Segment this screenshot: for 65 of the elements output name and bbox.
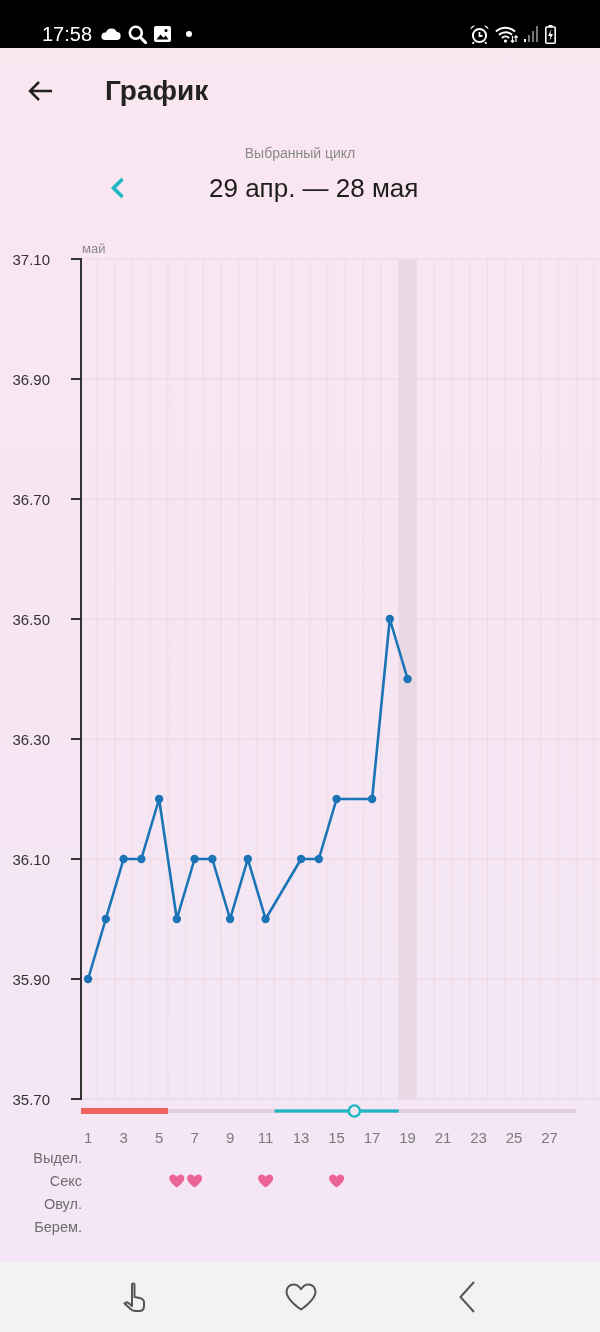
y-axis-label: 36.90 xyxy=(12,370,50,388)
alarm-clock-icon xyxy=(470,24,489,44)
x-axis-label: 1 xyxy=(83,1128,93,1146)
cloud-icon xyxy=(100,28,122,40)
y-axis-label: 35.90 xyxy=(12,970,50,988)
y-axis-label: 36.10 xyxy=(12,850,50,868)
battery-icon xyxy=(545,24,556,44)
heart-icon xyxy=(169,1174,185,1188)
x-axis-label: 15 xyxy=(328,1128,345,1146)
row-label: Выдел. xyxy=(33,1150,82,1166)
x-axis-label: 13 xyxy=(292,1128,310,1146)
x-axis-label: 11 xyxy=(257,1128,274,1146)
heart-icon xyxy=(329,1174,345,1188)
x-axis-label: 27 xyxy=(541,1128,558,1146)
wifi-icon xyxy=(495,25,518,43)
back-arrow-icon[interactable] xyxy=(27,80,53,102)
data-point xyxy=(208,854,217,864)
data-point xyxy=(314,854,324,864)
row-label: Овул. xyxy=(43,1196,82,1212)
search-icon xyxy=(128,24,148,44)
data-point xyxy=(101,914,111,924)
x-axis-label: 17 xyxy=(363,1128,381,1146)
data-point xyxy=(403,674,412,684)
data-point xyxy=(190,854,199,864)
row-label: Берем. xyxy=(34,1219,82,1235)
data-point xyxy=(261,914,270,924)
data-point xyxy=(385,614,395,624)
x-axis-label: 9 xyxy=(225,1128,235,1146)
data-point xyxy=(83,974,93,984)
data-point xyxy=(296,854,306,864)
heart-icon xyxy=(187,1174,203,1188)
month-label: май xyxy=(82,241,106,256)
x-axis-label: 7 xyxy=(190,1128,199,1146)
heart-outline-icon[interactable] xyxy=(285,1283,317,1311)
data-point xyxy=(243,854,253,864)
dot-icon xyxy=(186,31,193,37)
data-point xyxy=(332,794,341,804)
data-point xyxy=(225,914,235,924)
y-axis-label: 36.70 xyxy=(12,490,50,508)
data-point xyxy=(154,794,164,804)
data-point xyxy=(367,794,377,804)
screen-title: График xyxy=(105,74,209,108)
cycle-caption: Выбранный цикл xyxy=(244,145,356,161)
x-axis-label: 5 xyxy=(154,1128,164,1146)
data-point xyxy=(119,854,128,864)
row-label: Секс xyxy=(49,1173,82,1189)
x-axis-label: 23 xyxy=(470,1128,487,1146)
y-axis-label: 36.50 xyxy=(12,610,50,628)
y-axis-label: 35.70 xyxy=(12,1090,50,1108)
x-axis-label: 25 xyxy=(505,1128,523,1146)
cycle-date-range: 29 апр. — 28 мая xyxy=(209,172,419,204)
heart-icon xyxy=(258,1174,274,1188)
pointing-hand-icon[interactable] xyxy=(123,1281,147,1313)
y-axis-label: 37.10 xyxy=(12,250,50,268)
y-axis-label: 36.30 xyxy=(12,730,50,748)
status-time: 17:58 xyxy=(42,22,93,46)
image-icon xyxy=(154,26,172,42)
circle-marker-icon xyxy=(347,1104,362,1118)
x-axis-label: 21 xyxy=(434,1128,452,1146)
x-axis-label: 19 xyxy=(399,1128,416,1146)
signal-icon xyxy=(524,26,539,42)
data-point xyxy=(137,854,146,864)
x-axis-label: 3 xyxy=(119,1128,128,1146)
data-point xyxy=(172,914,182,924)
back-chevron-icon[interactable] xyxy=(459,1281,475,1313)
